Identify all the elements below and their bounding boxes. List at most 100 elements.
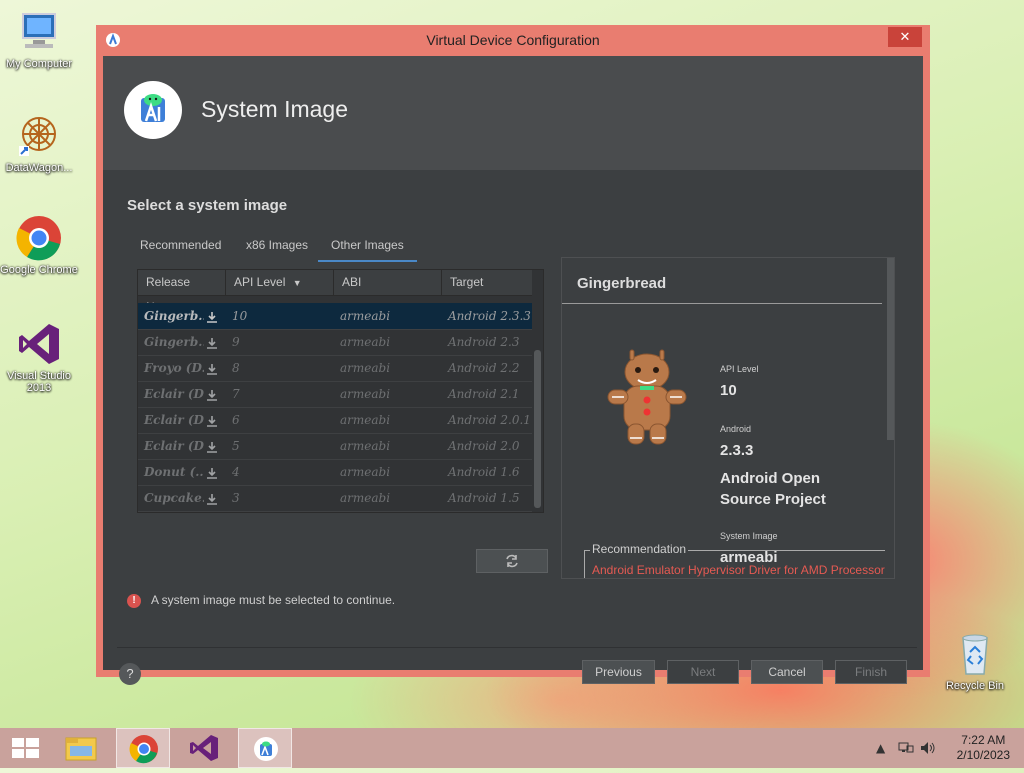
api-level-label: API Level (720, 364, 759, 374)
download-icon[interactable] (206, 491, 218, 505)
download-icon[interactable] (206, 413, 218, 427)
next-button[interactable]: Next (667, 660, 739, 684)
footer-divider (117, 647, 917, 648)
virtual-device-configuration-window: Virtual Device Configuration ✕ System Im… (96, 25, 930, 685)
table-row[interactable]: Eclair (D... 7 armeabi Android 2.1 (138, 381, 532, 408)
window-titlebar[interactable]: Virtual Device Configuration ✕ (96, 25, 930, 55)
android-studio-logo (124, 81, 182, 139)
desktop-icon-recycle-bin[interactable]: Recycle Bin (936, 630, 1014, 692)
column-header-abi[interactable]: ABI (334, 270, 442, 295)
system-image-label: System Image (720, 531, 778, 541)
finish-button[interactable]: Finish (835, 660, 907, 684)
table-row[interactable]: Eclair (D... 5 armeabi Android 2.0 (138, 433, 532, 460)
column-header-label: API Level (234, 275, 286, 289)
tab-recommended[interactable]: Recommended (140, 238, 221, 252)
recommendation-title: Recommendation (590, 542, 689, 556)
tab-x86-images[interactable]: x86 Images (246, 238, 308, 252)
cell-target: Android 1.5 (448, 491, 520, 505)
cell-abi: armeabi (340, 309, 391, 323)
cell-name: Froyo (D... (144, 361, 204, 375)
desktop-icon-visual-studio[interactable]: Visual Studio 2013 (0, 320, 78, 394)
dialog-header: System Image (103, 56, 923, 170)
section-title: Select a system image (127, 197, 288, 214)
desktop-icon-label: My Computer (5, 58, 73, 70)
details-divider (562, 303, 882, 304)
taskbar-visual-studio[interactable] (177, 728, 231, 768)
chrome-icon (129, 735, 158, 764)
column-header-target[interactable]: Target (442, 270, 532, 295)
network-icon[interactable] (898, 741, 914, 758)
help-button[interactable]: ? (119, 663, 141, 685)
datawagon-icon (15, 112, 63, 160)
api-level-value: 10 (720, 382, 737, 399)
cell-api: 6 (232, 413, 240, 427)
desktop-icon-my-computer[interactable]: My Computer (0, 8, 78, 70)
table-row[interactable]: Froyo (D... 8 armeabi Android 2.2 (138, 355, 532, 382)
window-title: Virtual Device Configuration (426, 32, 600, 48)
cell-abi: armeabi (340, 439, 391, 453)
windows-logo-icon (12, 738, 39, 758)
table-row[interactable]: Cupcake... 3 armeabi Android 1.5 (138, 485, 532, 512)
vendor-name: Android Open Source Project (720, 470, 826, 508)
details-scrollbar[interactable] (887, 258, 894, 440)
volume-icon[interactable] (920, 741, 936, 758)
column-header-api-level[interactable]: API Level ▼ (226, 270, 334, 295)
show-hidden-icons-icon[interactable]: ▲ (876, 741, 885, 755)
table-scrollbar[interactable] (534, 350, 541, 508)
desktop-icon-datawagon[interactable]: DataWagon... (0, 112, 78, 174)
cell-api: 7 (232, 387, 240, 401)
visual-studio-icon (15, 320, 63, 368)
table-row[interactable]: Gingerb... 10 armeabi Android 2.3.3 (138, 303, 532, 330)
cell-name: Eclair (D... (144, 413, 204, 427)
folder-icon (65, 737, 97, 761)
recommendation-link[interactable]: Android Emulator Hypervisor Driver for A… (592, 563, 885, 577)
cancel-button[interactable]: Cancel (751, 660, 823, 684)
desktop-icon-chrome[interactable]: Google Chrome (0, 214, 78, 276)
download-icon[interactable] (206, 309, 218, 323)
table-row[interactable]: Eclair (D... 6 armeabi Android 2.0.1 (138, 407, 532, 434)
download-icon[interactable] (206, 335, 218, 349)
column-header-release-name[interactable]: Release Name (138, 270, 226, 314)
table-row[interactable]: Gingerb... 9 armeabi Android 2.3 (138, 329, 532, 356)
page-title: System Image (201, 96, 348, 122)
table-row[interactable]: Donut (... 4 armeabi Android 1.6 (138, 459, 532, 486)
android-studio-icon (254, 737, 278, 761)
desktop-icon-label: Visual Studio 2013 (6, 370, 71, 394)
sort-descending-icon: ▼ (292, 278, 302, 288)
clock-time: 7:22 AM (961, 733, 1006, 747)
taskbar-android-studio[interactable] (238, 728, 292, 768)
taskbar-file-explorer[interactable] (54, 728, 108, 768)
system-clock[interactable]: 7:22 AM 2/10/2023 (957, 733, 1010, 763)
cell-name: Cupcake... (144, 491, 204, 505)
cell-name: Gingerb... (144, 335, 204, 349)
close-button[interactable]: ✕ (888, 27, 922, 47)
chrome-icon (15, 214, 63, 262)
download-icon[interactable] (206, 361, 218, 375)
cell-api: 10 (232, 309, 248, 323)
cell-abi: armeabi (340, 413, 391, 427)
error-icon: ! (127, 593, 141, 608)
cell-target: Android 2.0.1 (448, 413, 531, 427)
cell-target: Android 2.1 (448, 387, 520, 401)
cell-abi: armeabi (340, 387, 391, 401)
download-icon[interactable] (206, 465, 218, 479)
cell-api: 4 (232, 465, 240, 479)
details-title: Gingerbread (577, 275, 667, 292)
start-button[interactable] (0, 728, 54, 768)
cell-target: Android 2.2 (448, 361, 520, 375)
recycle-bin-icon (951, 630, 999, 678)
previous-button[interactable]: Previous (582, 660, 655, 684)
taskbar: ▲ 7:22 AM 2/10/2023 (0, 728, 1024, 768)
cell-name: Donut (... (144, 465, 204, 479)
download-icon[interactable] (206, 387, 218, 401)
tab-other-images[interactable]: Other Images (318, 238, 417, 262)
cell-target: Android 2.3.3 (448, 309, 531, 323)
download-icon[interactable] (206, 439, 218, 453)
refresh-button[interactable] (476, 549, 548, 573)
taskbar-chrome[interactable] (116, 728, 170, 768)
dialog-body: System Image Select a system image Recom… (103, 56, 923, 685)
cell-target: Android 2.3 (448, 335, 520, 349)
android-version: 2.3.3 (720, 442, 754, 459)
cell-abi: armeabi (340, 465, 391, 479)
cell-api: 5 (232, 439, 240, 453)
